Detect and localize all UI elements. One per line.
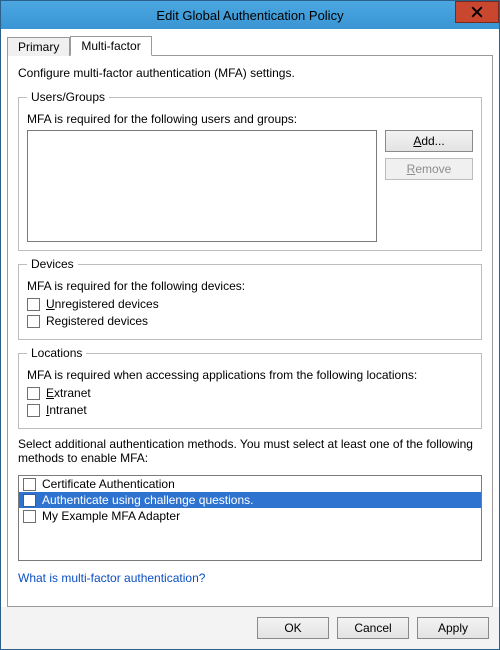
checkbox-unregistered-devices[interactable]: Unregistered devices — [27, 297, 473, 311]
checkbox-icon — [27, 404, 40, 417]
tab-strip: Primary Multi-factor — [7, 33, 493, 55]
users-groups-buttons: Add... Remove — [385, 130, 473, 242]
remove-btn-rest: emove — [415, 162, 451, 176]
remove-button: Remove — [385, 158, 473, 180]
unreg-rest: nregistered devices — [55, 297, 159, 311]
checkbox-icon — [23, 510, 36, 523]
tab-primary[interactable]: Primary — [7, 37, 70, 56]
tab-multifactor[interactable]: Multi-factor — [70, 36, 151, 56]
group-users-legend: Users/Groups — [27, 90, 109, 104]
window-title: Edit Global Authentication Policy — [156, 8, 343, 23]
help-link-mfa[interactable]: What is multi-factor authentication? — [18, 571, 482, 585]
intranet-rest: ntranet — [49, 403, 86, 417]
checkbox-intranet[interactable]: Intranet — [27, 403, 473, 417]
checkbox-icon — [27, 298, 40, 311]
checkbox-icon — [27, 315, 40, 328]
checkbox-extranet[interactable]: Extranet — [27, 386, 473, 400]
method-label: Authenticate using challenge questions. — [42, 493, 253, 507]
group-devices: Devices MFA is required for the followin… — [18, 257, 482, 340]
titlebar: Edit Global Authentication Policy — [1, 1, 499, 29]
locations-caption: MFA is required when accessing applicati… — [27, 368, 473, 382]
close-icon — [471, 6, 483, 18]
client-area: Primary Multi-factor Configure multi-fac… — [1, 29, 499, 607]
intro-text: Configure multi-factor authentication (M… — [18, 66, 482, 80]
close-button[interactable] — [455, 1, 499, 23]
group-devices-legend: Devices — [27, 257, 78, 271]
method-item-challenge-questions[interactable]: Authenticate using challenge questions. — [19, 492, 481, 508]
add-button[interactable]: Add... — [385, 130, 473, 152]
group-locations-legend: Locations — [27, 346, 86, 360]
method-item-example-adapter[interactable]: My Example MFA Adapter — [19, 508, 481, 524]
cancel-button[interactable]: Cancel — [337, 617, 409, 639]
auth-methods-listbox[interactable]: Certificate Authentication Authenticate … — [18, 475, 482, 561]
checkbox-icon — [23, 494, 36, 507]
users-caption: MFA is required for the following users … — [27, 112, 473, 126]
registered-label: Registered devices — [46, 314, 148, 328]
apply-button[interactable]: Apply — [417, 617, 489, 639]
method-item-certificate[interactable]: Certificate Authentication — [19, 476, 481, 492]
extranet-rest: xtranet — [54, 386, 91, 400]
dialog-footer: OK Cancel Apply — [1, 607, 499, 649]
devices-caption: MFA is required for the following device… — [27, 279, 473, 293]
method-label: Certificate Authentication — [42, 477, 175, 491]
checkbox-icon — [23, 478, 36, 491]
methods-caption: Select additional authentication methods… — [18, 437, 482, 465]
checkbox-registered-devices[interactable]: Registered devices — [27, 314, 473, 328]
tab-panel-multifactor: Configure multi-factor authentication (M… — [7, 55, 493, 607]
method-label: My Example MFA Adapter — [42, 509, 180, 523]
dialog-window: Edit Global Authentication Policy Primar… — [0, 0, 500, 650]
group-locations: Locations MFA is required when accessing… — [18, 346, 482, 429]
add-btn-rest: dd... — [421, 134, 444, 148]
ok-button[interactable]: OK — [257, 617, 329, 639]
group-users: Users/Groups MFA is required for the fol… — [18, 90, 482, 251]
users-groups-listbox[interactable] — [27, 130, 377, 242]
checkbox-icon — [27, 387, 40, 400]
